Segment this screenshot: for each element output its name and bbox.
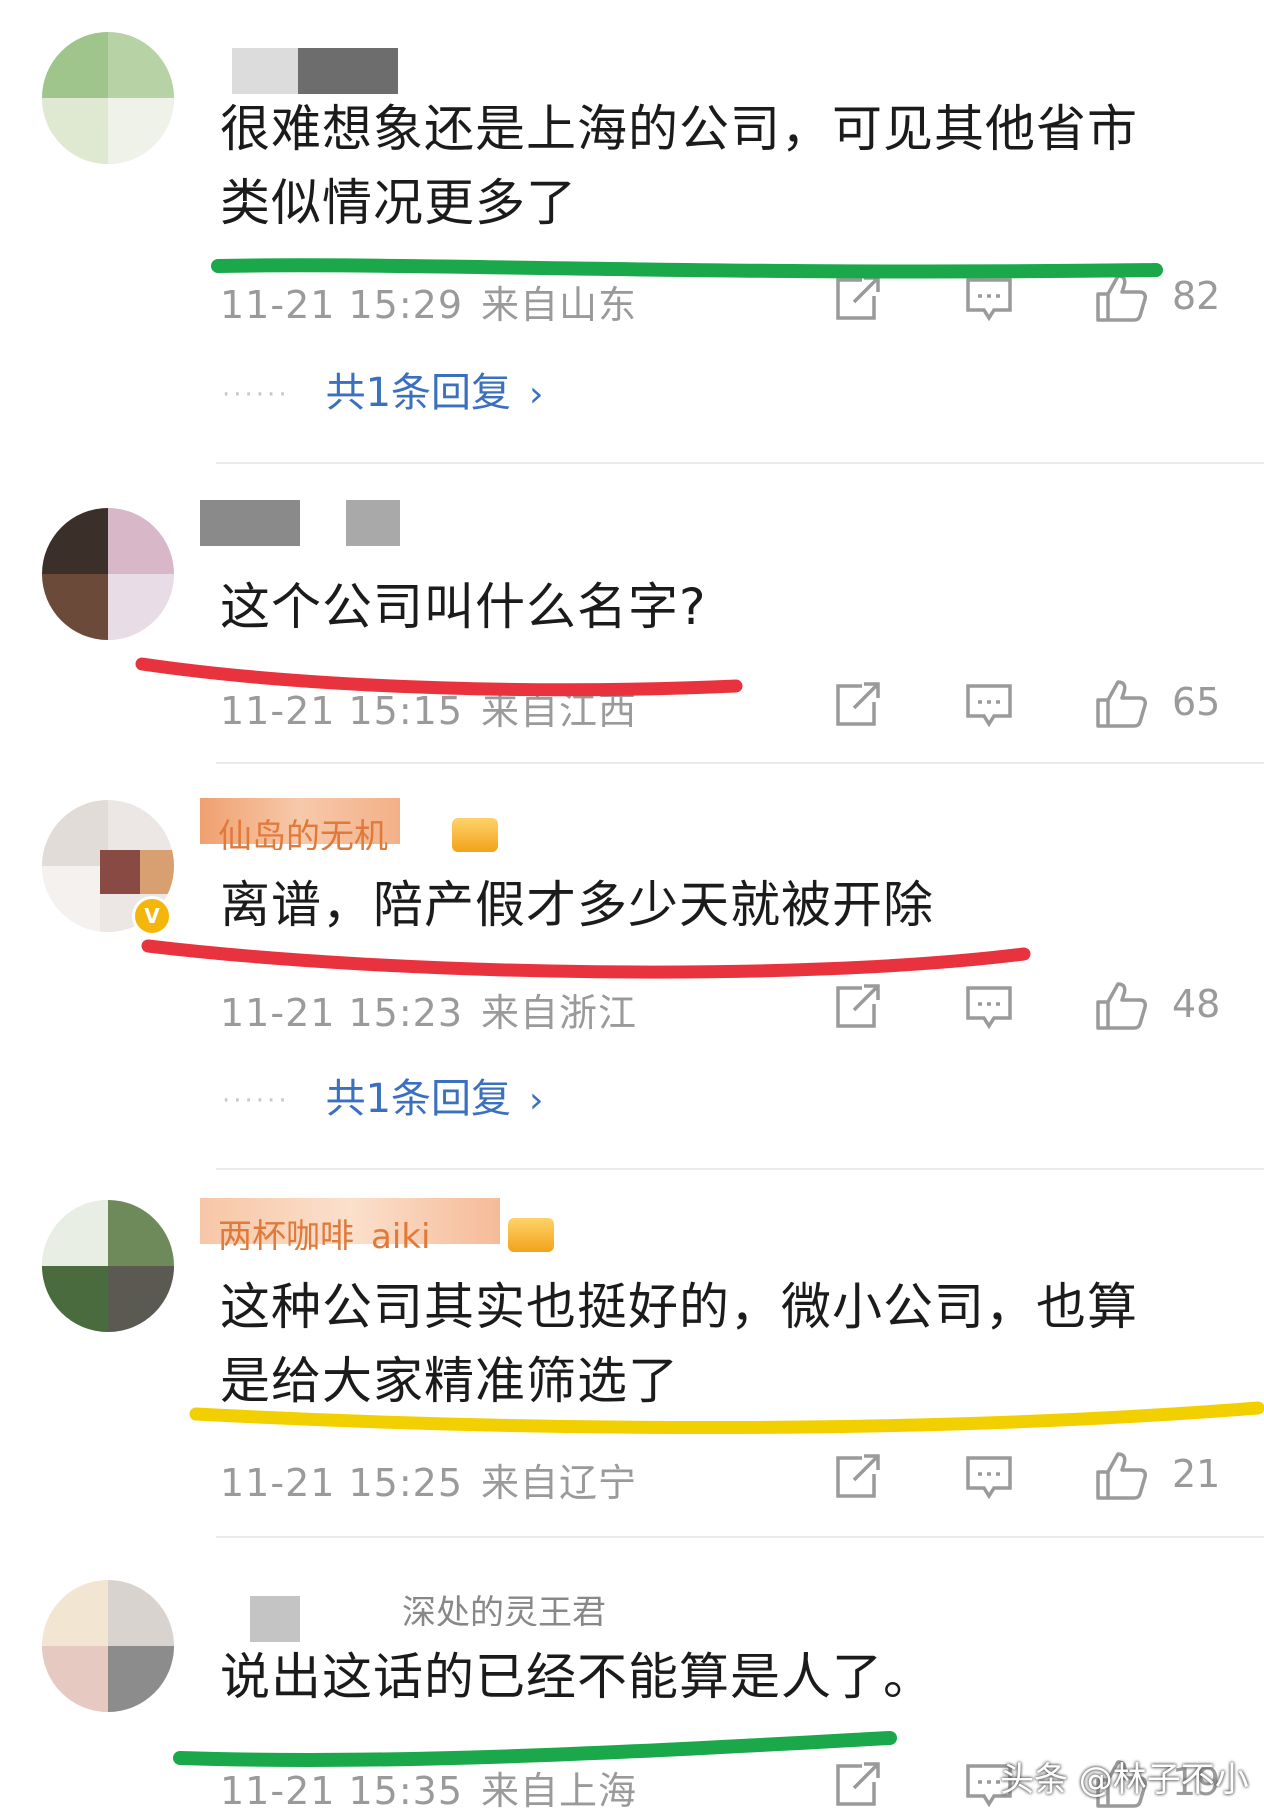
comment-icon[interactable] [964, 276, 1014, 322]
like-count: 65 [1172, 680, 1221, 724]
divider [216, 1536, 1264, 1538]
comment-location: 来自山东 [481, 283, 638, 327]
comment-text: 这个公司叫什么名字? [220, 578, 707, 636]
comment-location: 来自辽宁 [481, 1461, 638, 1505]
avatar[interactable] [42, 1200, 174, 1332]
crown-badge-icon [508, 1218, 554, 1252]
comment-location: 来自上海 [481, 1769, 638, 1813]
thumbs-up-icon[interactable] [1094, 980, 1150, 1032]
thumbs-up-icon[interactable] [1094, 678, 1150, 730]
divider [216, 1168, 1264, 1170]
watermark: 头条 @林子不小 [1000, 1760, 1249, 1800]
comment-text: 说出这话的已经不能算是人了。 [220, 1648, 934, 1706]
comment-time: 11-21 15:15 [220, 689, 464, 733]
chevron-right-icon: › [529, 374, 544, 415]
like-count: 48 [1172, 982, 1221, 1026]
comment-meta: 11-21 15:29 来自山东 [220, 274, 637, 329]
comment-text: 很难想象还是上海的公司，可见其他省市类似情况更多了 [220, 100, 1138, 232]
comment-time: 11-21 15:29 [220, 283, 464, 327]
share-icon[interactable] [832, 984, 882, 1030]
thumbs-up-icon[interactable] [1094, 272, 1150, 324]
comment-icon[interactable] [964, 682, 1014, 728]
username[interactable]: 仙岛的无机 [218, 814, 448, 850]
username-redacted[interactable] [200, 500, 300, 546]
comment-time: 11-21 15:35 [220, 1769, 464, 1813]
share-icon[interactable] [832, 1762, 882, 1808]
comment-location: 来自江西 [481, 689, 638, 733]
username[interactable]: 深处的灵王君 [402, 1590, 692, 1626]
avatar[interactable] [42, 1580, 174, 1712]
comment-meta: 11-21 15:23 来自浙江 [220, 982, 637, 1037]
username[interactable]: 两杯咖啡_aiki [218, 1214, 508, 1250]
comment-text: 这种公司其实也挺好的，微小公司，也算是给大家精准筛选了 [220, 1278, 1138, 1410]
divider [216, 762, 1264, 764]
chevron-right-icon: › [529, 1080, 544, 1121]
comment-location: 来自浙江 [481, 991, 638, 1035]
view-replies-link[interactable]: ······ 共1条回复 › [222, 1066, 543, 1124]
comment-text: 离谱，陪产假才多少天就被开除 [220, 876, 934, 934]
comment-icon[interactable] [964, 1454, 1014, 1500]
share-icon[interactable] [832, 276, 882, 322]
avatar[interactable] [42, 508, 174, 640]
comment-icon[interactable] [964, 984, 1014, 1030]
comment-item: 很难想象还是上海的公司，可见其他省市类似情况更多了 11-21 15:29 来自山… [0, 0, 1264, 464]
divider [216, 462, 1264, 464]
comment-meta: 11-21 15:15 来自江西 [220, 680, 637, 735]
share-icon[interactable] [832, 1454, 882, 1500]
view-replies-link[interactable]: ······ 共1条回复 › [222, 360, 543, 418]
comment-meta: 11-21 15:25 来自辽宁 [220, 1452, 637, 1507]
avatar[interactable] [42, 32, 174, 164]
share-icon[interactable] [832, 682, 882, 728]
crown-badge-icon [452, 818, 498, 852]
like-count: 21 [1172, 1452, 1221, 1496]
like-count: 82 [1172, 274, 1221, 318]
comment-time: 11-21 15:23 [220, 991, 464, 1035]
comment-time: 11-21 15:25 [220, 1461, 464, 1505]
verified-badge: V [132, 896, 172, 936]
username-redacted[interactable] [232, 48, 298, 94]
thumbs-up-icon[interactable] [1094, 1450, 1150, 1502]
comment-meta: 11-21 15:35 来自上海 [220, 1760, 637, 1815]
